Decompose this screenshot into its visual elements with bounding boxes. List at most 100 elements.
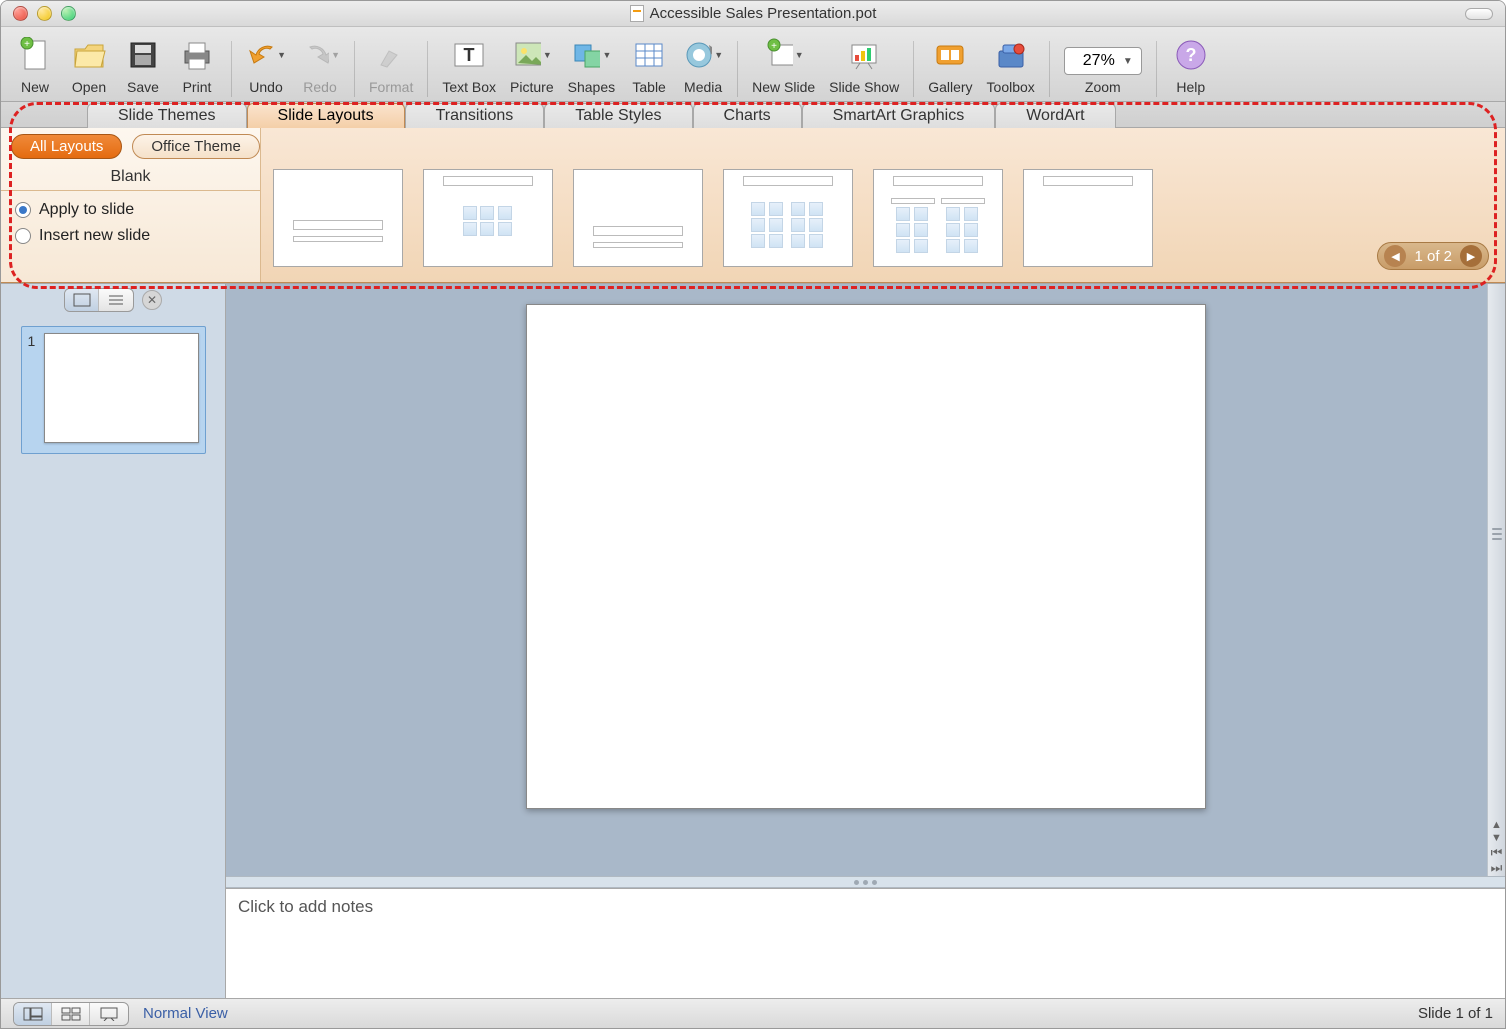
toolbar-separator	[1156, 41, 1157, 97]
tab-wordart[interactable]: WordArt	[995, 103, 1115, 128]
status-view-label: Normal View	[143, 1005, 228, 1022]
save-button[interactable]: Save	[117, 33, 169, 97]
toolbar-label: Shapes	[568, 79, 615, 95]
tab-slide-themes[interactable]: Slide Themes	[87, 103, 247, 128]
document-icon	[630, 5, 644, 22]
view-sorter-button[interactable]	[52, 1003, 90, 1025]
layout-thumb-title-only[interactable]	[1023, 169, 1153, 267]
pill-office-theme[interactable]: Office Theme	[132, 134, 260, 159]
layout-heading: Blank	[1, 164, 260, 191]
textbox-icon: T	[449, 35, 489, 75]
minimize-window-button[interactable]	[37, 6, 52, 21]
main-toolbar: + New Open Save Print ▼	[1, 27, 1505, 102]
textbox-button[interactable]: T Text Box	[436, 33, 502, 97]
close-window-button[interactable]	[13, 6, 28, 21]
layout-gallery: ◀ 1 of 2 ▶	[261, 128, 1505, 282]
toolbar-label: Undo	[249, 79, 282, 95]
slide-thumbnail-1[interactable]: 1	[21, 326, 206, 454]
table-icon	[629, 35, 669, 75]
notes-splitter[interactable]	[226, 876, 1505, 888]
window-title: Accessible Sales Presentation.pot	[1, 5, 1505, 22]
help-icon: ?	[1171, 35, 1211, 75]
layout-thumb-title-slide[interactable]	[273, 169, 403, 267]
svg-text:?: ?	[1185, 45, 1196, 65]
dropdown-arrow-icon: ▼	[602, 50, 611, 60]
toolbox-icon	[991, 35, 1031, 75]
pager-next-button[interactable]: ▶	[1460, 245, 1482, 267]
print-button[interactable]: Print	[171, 33, 223, 97]
format-button[interactable]: Format	[363, 33, 419, 97]
window-title-text: Accessible Sales Presentation.pot	[650, 5, 877, 22]
zoom-window-button[interactable]	[61, 6, 76, 21]
layout-thumb-section-header[interactable]	[573, 169, 703, 267]
svg-text:+: +	[24, 39, 30, 50]
pager-prev-button[interactable]: ◀	[1384, 245, 1406, 267]
tab-transitions[interactable]: Transitions	[405, 103, 545, 128]
table-button[interactable]: Table	[623, 33, 675, 97]
new-slide-button[interactable]: + ▼ New Slide	[746, 33, 821, 97]
dropdown-arrow-icon: ▼	[277, 50, 286, 60]
view-slideshow-button[interactable]	[90, 1003, 128, 1025]
scroll-up-icon[interactable]: ▲	[1491, 820, 1502, 831]
view-normal-button[interactable]	[14, 1003, 52, 1025]
notes-pane[interactable]: Click to add notes	[226, 888, 1505, 998]
toolbar-label: Redo	[303, 79, 336, 95]
view-switcher	[13, 1002, 129, 1026]
app-window: Accessible Sales Presentation.pot + New …	[0, 0, 1506, 1029]
zoom-combobox[interactable]: ▼	[1064, 47, 1142, 75]
layout-thumb-comparison[interactable]	[873, 169, 1003, 267]
outline-tab-icon	[107, 293, 125, 307]
toolbar-label: Help	[1176, 79, 1205, 95]
layout-category-pills: All Layouts Office Theme	[11, 134, 260, 159]
prev-slide-icon[interactable]: ⏮	[1491, 846, 1503, 859]
radio-apply-to-slide[interactable]: Apply to slide	[15, 201, 246, 219]
toolbar-label: Picture	[510, 79, 554, 95]
pill-all-layouts[interactable]: All Layouts	[11, 134, 122, 159]
toolbar-label: Slide Show	[829, 79, 899, 95]
redo-icon: ▼	[300, 35, 340, 75]
toolbar-label: Media	[684, 79, 722, 95]
slideshow-button[interactable]: Slide Show	[823, 33, 905, 97]
toolbar-separator	[354, 41, 355, 97]
undo-button[interactable]: ▼ Undo	[240, 33, 292, 97]
toolbox-button[interactable]: Toolbox	[981, 33, 1041, 97]
scroll-down-icon[interactable]: ▼	[1491, 833, 1502, 844]
slides-tab[interactable]	[65, 289, 99, 311]
dropdown-arrow-icon[interactable]: ▼	[1119, 56, 1137, 67]
next-slide-icon[interactable]: ⏭	[1491, 861, 1503, 874]
gallery-button[interactable]: Gallery	[922, 33, 978, 97]
layout-thumb-title-content[interactable]	[423, 169, 553, 267]
toolbar-label: Print	[183, 79, 212, 95]
slide-canvas[interactable]	[526, 304, 1206, 809]
slide-canvas-scroll[interactable]	[226, 284, 1505, 876]
media-button[interactable]: ▼ Media	[677, 33, 729, 97]
toolbar-separator	[1049, 41, 1050, 97]
window-controls	[1, 6, 76, 21]
radio-icon	[15, 228, 31, 244]
layout-thumb-two-content[interactable]	[723, 169, 853, 267]
tab-charts[interactable]: Charts	[693, 103, 802, 128]
toolbar-separator	[737, 41, 738, 97]
help-button[interactable]: ? Help	[1165, 33, 1217, 97]
toolbar-separator	[427, 41, 428, 97]
toolbar-label: Gallery	[928, 79, 972, 95]
radio-insert-new-slide[interactable]: Insert new slide	[15, 227, 246, 245]
outline-tab[interactable]	[99, 289, 133, 311]
redo-button[interactable]: ▼ Redo	[294, 33, 346, 97]
canvas-area: Click to add notes ▲ ▼ ⏮ ⏭	[226, 284, 1505, 998]
zoom-input[interactable]	[1069, 52, 1115, 70]
slides-tab-icon	[73, 293, 91, 307]
tab-table-styles[interactable]: Table Styles	[544, 103, 692, 128]
toolbar-toggle-button[interactable]	[1465, 8, 1493, 20]
new-button[interactable]: + New	[9, 33, 61, 97]
vertical-scrollbar[interactable]: ▲ ▼ ⏮ ⏭	[1487, 284, 1505, 876]
open-button[interactable]: Open	[63, 33, 115, 97]
shapes-button[interactable]: ▼ Shapes	[562, 33, 621, 97]
tab-smartart-graphics[interactable]: SmartArt Graphics	[802, 103, 996, 128]
close-panel-button[interactable]: ✕	[142, 290, 162, 310]
tab-slide-layouts[interactable]: Slide Layouts	[247, 103, 405, 128]
picture-button[interactable]: ▼ Picture	[504, 33, 560, 97]
new-document-icon: +	[15, 35, 55, 75]
shapes-icon: ▼	[571, 35, 611, 75]
toolbar-label: New Slide	[752, 79, 815, 95]
